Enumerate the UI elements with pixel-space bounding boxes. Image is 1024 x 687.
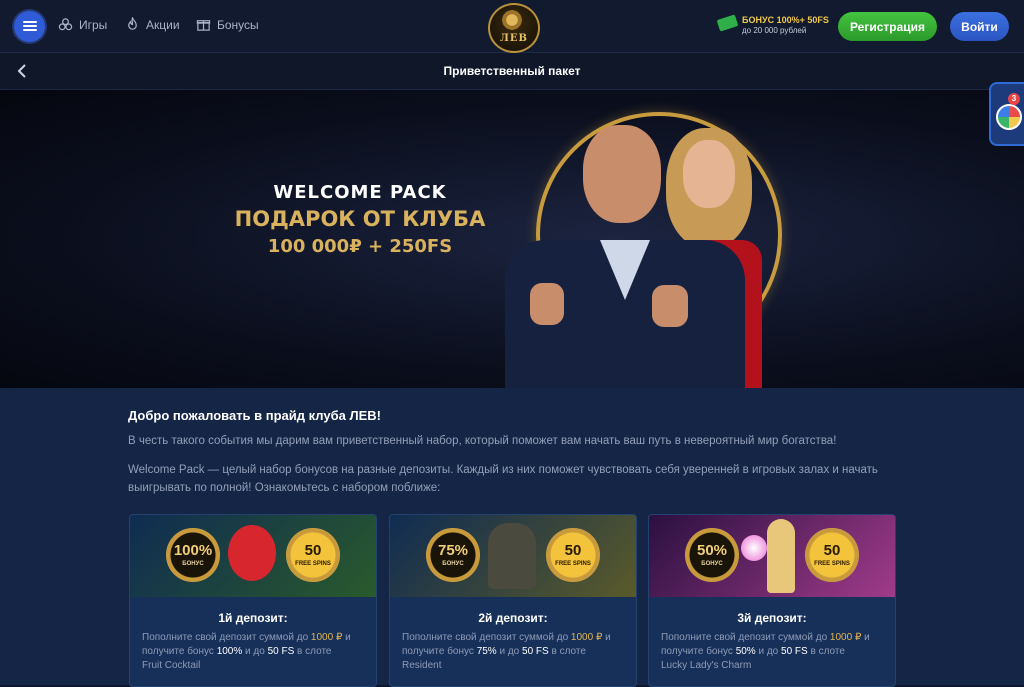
- bonus-title: БОНУС 100%+ 50FS: [742, 15, 829, 25]
- slot-name: Lucky Lady's Charm: [661, 660, 752, 671]
- menu-line: [23, 21, 37, 23]
- fortune-wheel-widget[interactable]: 3: [989, 82, 1024, 146]
- man-head: [583, 125, 661, 223]
- resident-character: [488, 523, 536, 589]
- card-description: Пополните свой депозит суммой до 1000 ₽ …: [142, 631, 368, 673]
- banner-line1: WELCOME PACK: [273, 182, 447, 203]
- text-part: и до: [496, 646, 523, 657]
- text-part: Пополните свой депозит суммой до: [661, 632, 830, 643]
- text-part: и до: [242, 646, 268, 657]
- lucky-lady-character: [767, 519, 795, 593]
- slot-name: Resident: [402, 660, 442, 671]
- promo-banner: WELCOME PACK ПОДАРОК ОТ КЛУБА 100 000₽ +…: [0, 90, 1024, 388]
- badge-percent: 75%: [437, 542, 469, 559]
- badge-fs: 50: [304, 542, 322, 559]
- nav-games[interactable]: Игры: [58, 17, 107, 32]
- card-image: 100% БОНУС 50 FREE SPINS: [130, 515, 376, 597]
- text-part: и до: [755, 646, 782, 657]
- deposit-card-1[interactable]: 100% БОНУС 50 FREE SPINS 1й депозит: Поп…: [129, 514, 377, 687]
- strawberry-character: [228, 525, 276, 581]
- page-header: Приветственный пакет: [0, 53, 1024, 90]
- banner-line2: ПОДАРОК ОТ КЛУБА: [234, 207, 486, 231]
- deposit-amount: 1000 ₽: [310, 632, 343, 643]
- slot-name: Fruit Cocktail: [142, 660, 201, 671]
- deposit-amount: 1000 ₽: [570, 632, 603, 643]
- card-image: 75% БОНУС 50 FREE SPINS: [390, 515, 636, 597]
- deposit-card-2[interactable]: 75% БОНУС 50 FREE SPINS 2й депозит: Попо…: [389, 514, 637, 687]
- badge-percent-sub: БОНУС: [701, 561, 723, 567]
- site-logo[interactable]: ЛЕВ: [488, 3, 540, 53]
- banner-line3: 100 000₽ + 250FS: [267, 236, 453, 257]
- badge-percent-sub: БОНУС: [182, 561, 204, 567]
- lion-icon: [500, 9, 524, 31]
- free-spins-badge: 50 FREE SPINS: [805, 528, 859, 582]
- free-spins-badge: 50 FREE SPINS: [286, 528, 340, 582]
- intro-paragraph-2: Welcome Pack — целый набор бонусов на ра…: [128, 464, 878, 494]
- card-title: 2й депозит:: [478, 611, 548, 625]
- deposit-card-3[interactable]: 50% БОНУС 50 FREE SPINS 3й депозит: Попо…: [648, 514, 896, 687]
- welcome-heading: Добро пожаловать в прайд клуба ЛЕВ!: [128, 408, 382, 423]
- deposit-amount: 1000 ₽: [829, 632, 862, 643]
- bonus-percent-badge: 100% БОНУС: [166, 528, 220, 582]
- hamburger-menu-button[interactable]: [14, 11, 45, 42]
- games-icon: [58, 18, 73, 31]
- nav-bonuses[interactable]: Бонусы: [196, 17, 259, 32]
- text-part: в слоте: [294, 646, 332, 657]
- page-title: Приветственный пакет: [443, 64, 581, 78]
- badge-percent: 100%: [173, 542, 213, 559]
- menu-line: [23, 25, 37, 27]
- bonus-percent-badge: 75% БОНУС: [426, 528, 480, 582]
- content-section: Добро пожаловать в прайд клуба ЛЕВ! В че…: [0, 388, 1024, 687]
- nav-promotions[interactable]: Акции: [125, 17, 180, 32]
- crystal-ball: [741, 535, 767, 561]
- cash-icon: [716, 14, 739, 32]
- woman-face: [683, 140, 735, 208]
- thumbs-up-left: [530, 283, 564, 325]
- nav-promotions-label: Акции: [146, 17, 180, 32]
- badge-fs-sub: FREE SPINS: [555, 561, 591, 567]
- badge-fs-sub: FREE SPINS: [814, 561, 850, 567]
- badge-fs: 50: [823, 542, 841, 559]
- text-part: в слоте: [807, 646, 845, 657]
- logo-text: ЛЕВ: [500, 33, 528, 44]
- free-spins: 50 FS: [267, 646, 295, 657]
- register-button[interactable]: Регистрация: [838, 12, 937, 41]
- card-description: Пополните свой депозит суммой до 1000 ₽ …: [661, 631, 887, 673]
- free-spins: 50 FS: [522, 646, 549, 657]
- login-button[interactable]: Войти: [950, 12, 1009, 41]
- badge-percent: 50%: [696, 542, 728, 559]
- notification-badge: 3: [1008, 93, 1020, 105]
- bonus-percent: 100%: [216, 646, 243, 657]
- nav-games-label: Игры: [79, 17, 108, 32]
- bonus-percent-badge: 50% БОНУС: [685, 528, 739, 582]
- free-spins: 50 FS: [781, 646, 808, 657]
- card-title: 3й депозит:: [737, 611, 807, 625]
- intro-paragraph-1: В честь такого события мы дарим вам прив…: [128, 435, 837, 447]
- card-description: Пополните свой депозит суммой до 1000 ₽ …: [402, 631, 628, 673]
- bonus-percent: 75%: [476, 646, 497, 657]
- thumbs-up-right: [652, 285, 688, 327]
- flame-icon: [128, 17, 137, 30]
- gift-icon: [196, 20, 211, 31]
- text-part: Пополните свой депозит суммой до: [142, 632, 311, 643]
- free-spins-badge: 50 FREE SPINS: [546, 528, 600, 582]
- badge-percent-sub: БОНУС: [442, 561, 464, 567]
- menu-line: [23, 29, 37, 31]
- badge-fs-sub: FREE SPINS: [295, 561, 331, 567]
- top-navbar: Игры Акции Бонусы ЛЕВ БОНУС 100%+ 50FS д…: [0, 0, 1024, 53]
- bonus-subtitle: до 20 000 рублей: [742, 26, 807, 35]
- card-image: 50% БОНУС 50 FREE SPINS: [649, 515, 895, 597]
- nav-bonuses-label: Бонусы: [217, 17, 259, 32]
- text-part: в слоте: [548, 646, 586, 657]
- badge-fs: 50: [564, 542, 582, 559]
- text-part: Пополните свой депозит суммой до: [402, 632, 571, 643]
- bonus-percent: 50%: [735, 646, 756, 657]
- card-title: 1й депозит:: [218, 611, 288, 625]
- wheel-icon: [996, 104, 1022, 130]
